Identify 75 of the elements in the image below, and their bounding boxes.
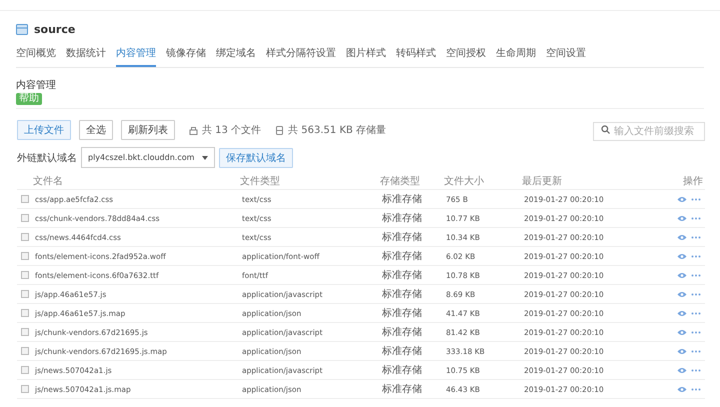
table-cell-text: 标准存储: [382, 268, 423, 282]
table-cell-text: 标准存储: [382, 306, 423, 320]
eye-icon[interactable]: [677, 386, 687, 392]
table-cell-text: 标准存储: [382, 288, 423, 301]
table-cell-text: 标准存储: [382, 192, 423, 206]
search-field[interactable]: 输入文件前缀搜索: [593, 122, 705, 141]
tab[interactable]: 图片样式: [346, 40, 386, 67]
storage-total: 共 563.51 KB 存储量: [288, 124, 386, 137]
eye-icon[interactable]: [677, 348, 687, 354]
eye-icon[interactable]: [677, 328, 687, 336]
tab[interactable]: 空间授权: [446, 40, 486, 67]
row-checkbox[interactable]: [21, 290, 29, 298]
row-checkbox[interactable]: [21, 233, 29, 241]
more-icon[interactable]: [691, 368, 701, 372]
tab[interactable]: 绑定域名: [216, 40, 256, 67]
tab[interactable]: 空间设置: [546, 40, 586, 67]
row-checkbox[interactable]: [21, 271, 29, 279]
caret-icon: [202, 156, 208, 160]
table-cell-text: 标准存储: [382, 212, 423, 225]
tab[interactable]: 转码样式: [396, 40, 436, 67]
tab[interactable]: 内容管理: [116, 40, 156, 67]
domain-select[interactable]: ply4cszel.bkt.clouddn.com: [81, 147, 215, 168]
row-checkbox[interactable]: [21, 366, 29, 374]
column-header: 最后更新: [522, 174, 563, 188]
toolbar-button[interactable]: 上传文件: [17, 120, 71, 140]
eye-icon[interactable]: [677, 196, 687, 202]
eye-icon[interactable]: [677, 310, 687, 316]
tab[interactable]: 镜像存储: [166, 40, 206, 67]
tab[interactable]: 数据统计: [66, 40, 106, 67]
column-header: 文件大小: [444, 174, 485, 188]
more-icon[interactable]: [691, 274, 701, 276]
file-count: 共 13 个文件: [202, 124, 262, 137]
row-checkbox[interactable]: [21, 214, 29, 222]
save-domain-button[interactable]: 保存默认域名: [219, 148, 293, 168]
more-icon[interactable]: [691, 350, 701, 352]
table-cell-text: 标准存储: [382, 326, 423, 339]
row-checkbox[interactable]: [21, 309, 29, 317]
row-checkbox[interactable]: [21, 347, 29, 355]
column-header: 文件类型: [240, 174, 281, 188]
column-header: 文件名: [33, 174, 64, 188]
column-header: 存储类型: [380, 174, 421, 188]
eye-icon[interactable]: [677, 290, 687, 298]
toolbar-button[interactable]: 刷新列表: [121, 120, 175, 140]
more-icon[interactable]: [691, 236, 701, 238]
row-checkbox[interactable]: [21, 195, 29, 203]
row-checkbox[interactable]: [21, 328, 29, 336]
eye-icon[interactable]: [677, 234, 687, 240]
more-icon[interactable]: [691, 254, 701, 258]
tab[interactable]: 样式分隔符设置: [266, 40, 336, 67]
more-icon[interactable]: [691, 292, 701, 296]
domain-label: 外链默认域名: [17, 152, 77, 164]
eye-icon[interactable]: [677, 366, 687, 374]
bucket-icon: [16, 24, 28, 35]
table-cell-text: 标准存储: [382, 364, 423, 377]
row-checkbox[interactable]: [21, 385, 29, 393]
more-icon[interactable]: [691, 388, 701, 390]
eye-icon[interactable]: [677, 252, 687, 260]
table-cell-text: 标准存储: [382, 382, 423, 396]
bucket-title: source: [34, 23, 76, 36]
section-title: 内容管理: [16, 78, 56, 92]
more-icon[interactable]: [691, 216, 701, 220]
tab[interactable]: 空间概览: [16, 40, 56, 67]
more-icon[interactable]: [691, 312, 701, 314]
tab[interactable]: 生命周期: [496, 40, 536, 67]
row-checkbox[interactable]: [21, 252, 29, 260]
table-cell-text: 标准存储: [382, 230, 423, 244]
eye-icon[interactable]: [677, 214, 687, 222]
box-icon: [189, 126, 198, 134]
table-cell-text: 标准存储: [382, 344, 423, 358]
toolbar-button[interactable]: 全选: [79, 120, 113, 140]
eye-icon[interactable]: [677, 272, 687, 278]
more-icon[interactable]: [691, 330, 701, 334]
column-header: 操作: [682, 174, 704, 188]
table-cell-text: 标准存储: [382, 250, 423, 263]
more-icon[interactable]: [691, 198, 701, 200]
